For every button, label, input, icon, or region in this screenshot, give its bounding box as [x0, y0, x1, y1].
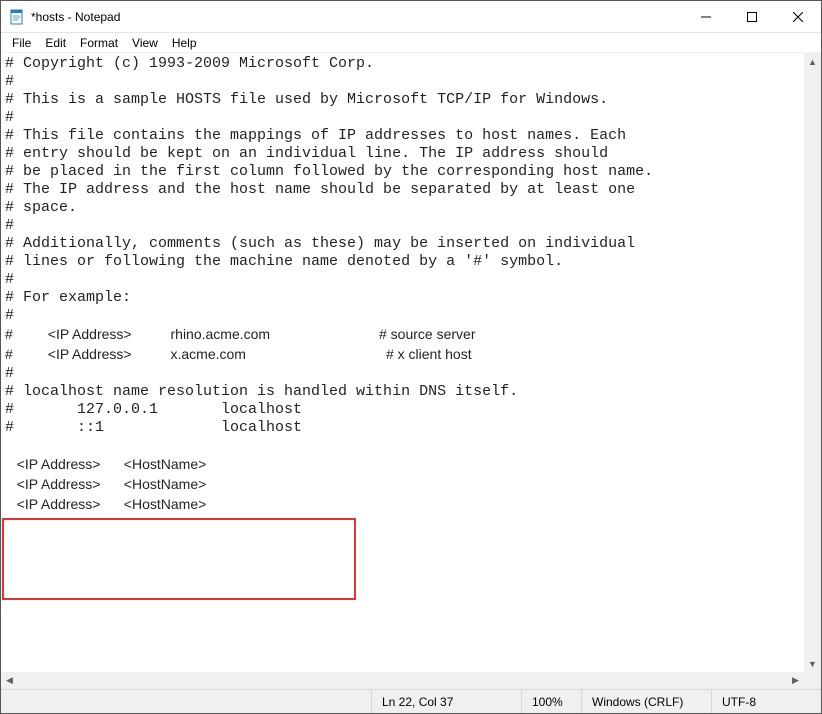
text-line: # For example:: [5, 289, 131, 306]
scrollbar-corner: [804, 672, 821, 689]
status-line-ending: Windows (CRLF): [581, 690, 711, 713]
scroll-right-icon[interactable]: ▶: [787, 672, 804, 689]
menu-format[interactable]: Format: [73, 35, 125, 51]
annotation-highlight-box: [2, 518, 356, 600]
window-title: *hosts - Notepad: [31, 10, 683, 24]
text-line: <IP Address> <HostName>: [5, 496, 206, 512]
scroll-up-icon[interactable]: ▲: [804, 53, 821, 70]
text-line: #: [5, 217, 14, 234]
status-encoding: UTF-8: [711, 690, 821, 713]
text-line: # Additionally, comments (such as these)…: [5, 235, 635, 252]
text-line: # be placed in the first column followed…: [5, 163, 653, 180]
text-line: #: [5, 109, 14, 126]
text-line: #: [5, 73, 14, 90]
text-line: # ::1 localhost: [5, 419, 302, 436]
text-line: [5, 437, 14, 454]
text-line: <IP Address> <HostName>: [5, 456, 206, 472]
maximize-button[interactable]: [729, 1, 775, 32]
title-bar: *hosts - Notepad: [1, 1, 821, 33]
menu-help[interactable]: Help: [165, 35, 204, 51]
editor-area: # Copyright (c) 1993-2009 Microsoft Corp…: [1, 53, 821, 689]
menu-view[interactable]: View: [125, 35, 165, 51]
scroll-left-icon[interactable]: ◀: [1, 672, 18, 689]
text-line: # localhost name resolution is handled w…: [5, 383, 518, 400]
scroll-down-icon[interactable]: ▼: [804, 655, 821, 672]
text-line: # <IP Address> x.acme.com # x client hos…: [5, 346, 472, 362]
close-button[interactable]: [775, 1, 821, 32]
scrollbar-horizontal[interactable]: ◀ ▶: [1, 672, 804, 689]
text-line: #: [5, 365, 14, 382]
text-line: # This file contains the mappings of IP …: [5, 127, 626, 144]
text-line: #: [5, 271, 14, 288]
text-line: <IP Address> <HostName>: [5, 476, 206, 492]
text-line: # 127.0.0.1 localhost: [5, 401, 302, 418]
status-zoom[interactable]: 100%: [521, 690, 581, 713]
notepad-icon: [9, 9, 25, 25]
text-line: # Copyright (c) 1993-2009 Microsoft Corp…: [5, 55, 374, 72]
menu-edit[interactable]: Edit: [38, 35, 73, 51]
window-controls: [683, 1, 821, 32]
text-line: # lines or following the machine name de…: [5, 253, 563, 270]
menu-bar: File Edit Format View Help: [1, 33, 821, 53]
text-line: # space.: [5, 199, 77, 216]
status-line-col: Ln 22, Col 37: [371, 690, 521, 713]
text-line: # This is a sample HOSTS file used by Mi…: [5, 91, 608, 108]
text-line: # The IP address and the host name shoul…: [5, 181, 635, 198]
text-line: # <IP Address> rhino.acme.com # source s…: [5, 326, 475, 342]
menu-file[interactable]: File: [5, 35, 38, 51]
scrollbar-vertical[interactable]: ▲ ▼: [804, 53, 821, 672]
minimize-button[interactable]: [683, 1, 729, 32]
status-bar: Ln 22, Col 37 100% Windows (CRLF) UTF-8: [1, 689, 821, 713]
text-line: # entry should be kept on an individual …: [5, 145, 608, 162]
text-line: #: [5, 307, 14, 324]
status-blank: [1, 690, 371, 713]
